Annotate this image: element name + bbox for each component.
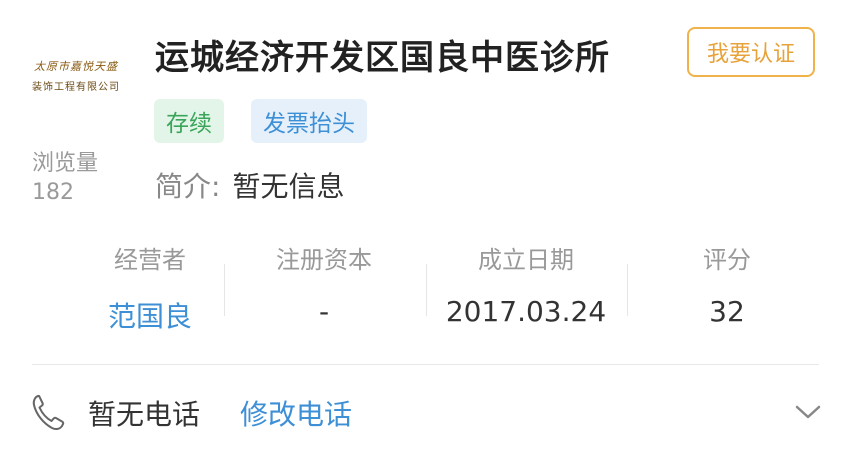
- operator-link[interactable]: 范国良: [50, 295, 250, 335]
- views-label: 浏览量: [32, 151, 99, 176]
- status-badge: 存续: [154, 99, 224, 143]
- stat-operator[interactable]: 经营者 范国良: [50, 236, 250, 335]
- stat-founded-date: 成立日期 2017.03.24: [426, 236, 626, 328]
- company-name: 运城经济开发区国良中医诊所: [155, 38, 610, 78]
- divider: [32, 364, 819, 365]
- stat-value: 32: [709, 295, 745, 328]
- views-count: 182: [32, 180, 74, 205]
- stat-value: -: [318, 295, 330, 328]
- logo-line-1: 太原市嘉悦天盛: [34, 60, 118, 73]
- stats-row: 经营者 范国良 注册资本 - 成立日期 2017.03.24 评分 32: [20, 236, 830, 336]
- stat-label: 经营者: [114, 246, 186, 274]
- stat-label: 成立日期: [478, 246, 574, 274]
- phone-text: 暂无电话: [88, 398, 201, 431]
- stat-registered-capital: 注册资本 -: [224, 236, 424, 328]
- intro-value: 暂无信息: [232, 170, 345, 203]
- company-logo: 太原市嘉悦天盛 装饰工程有限公司: [30, 56, 130, 100]
- invoice-title-tag[interactable]: 发票抬头: [251, 99, 367, 143]
- stat-value: 2017.03.24: [445, 295, 607, 328]
- chevron-down-icon[interactable]: [793, 400, 823, 424]
- stat-score: 评分 32: [627, 236, 827, 328]
- stat-label: 评分: [703, 246, 751, 274]
- phone-icon: [32, 394, 65, 431]
- edit-phone-link[interactable]: 修改电话: [240, 393, 352, 433]
- stat-label: 注册资本: [276, 246, 372, 274]
- certify-button[interactable]: 我要认证: [687, 27, 815, 77]
- intro-row: 简介: 暂无信息: [155, 165, 344, 205]
- logo-line-2: 装饰工程有限公司: [32, 82, 120, 93]
- intro-key: 简介:: [155, 170, 221, 203]
